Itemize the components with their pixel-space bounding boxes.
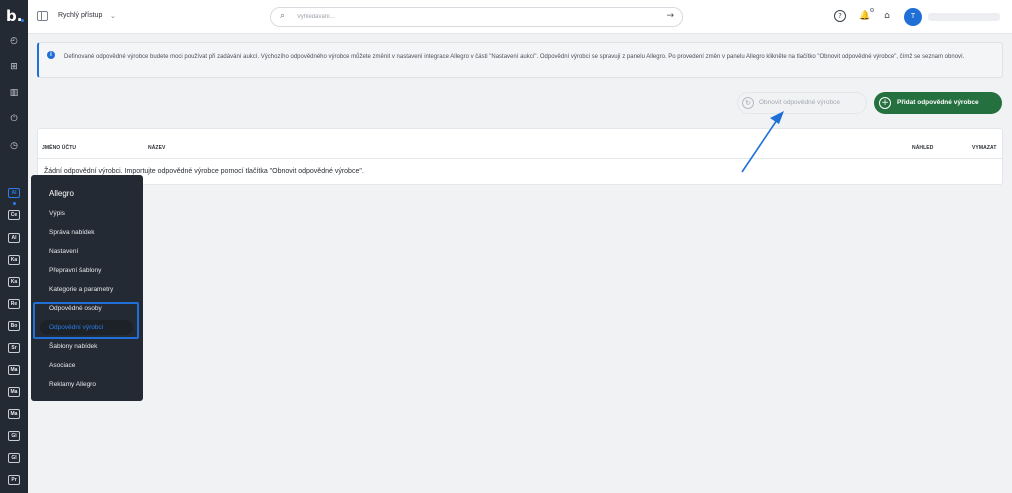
menu-item-allegro-ads[interactable]: Reklamy Allegro bbox=[49, 381, 96, 388]
annotation-highlight-box bbox=[33, 302, 139, 339]
flyout-title: Allegro bbox=[49, 189, 74, 198]
app-logo[interactable]: b. bbox=[6, 8, 24, 24]
clock-icon[interactable]: ◷ bbox=[8, 140, 20, 152]
module-gl-2[interactable]: Gl bbox=[8, 453, 20, 463]
avatar[interactable]: T bbox=[904, 8, 922, 26]
module-ka-1[interactable]: Ka bbox=[8, 255, 20, 265]
menu-item-offer-templates[interactable]: Šablony nabídek bbox=[49, 343, 97, 350]
menu-item-offer-management[interactable]: Správa nabídek bbox=[49, 229, 95, 236]
search-box: ⌕ → bbox=[270, 7, 683, 27]
plus-icon: + bbox=[879, 97, 891, 109]
menu-item-settings[interactable]: Nastavení bbox=[49, 248, 78, 255]
help-icon[interactable]: ? bbox=[834, 10, 846, 22]
module-ma-2[interactable]: Ma bbox=[8, 387, 20, 397]
sidebar-toggle-icon[interactable] bbox=[37, 11, 48, 21]
arrow-right-icon[interactable]: → bbox=[666, 11, 674, 21]
menu-item-associations[interactable]: Asociace bbox=[49, 362, 75, 369]
column-header-name[interactable]: NÁZEV bbox=[148, 145, 165, 151]
module-ma-1[interactable]: Ma bbox=[8, 365, 20, 375]
empty-table-message: Žádní odpovědní výrobci. Importujte odpo… bbox=[44, 168, 364, 175]
top-bar: Rychlý přístup ⌄ ⌕ → ? 🔔 ⌂ T bbox=[28, 0, 1012, 34]
left-icon-rail: b. ◴ ⊞ ▥ ⏻ ◷ Al Ce Al Ka Ka Re Bo Sr Ma … bbox=[0, 0, 28, 493]
refresh-icon: ↻ bbox=[742, 97, 754, 109]
notification-dot bbox=[870, 8, 874, 12]
menu-item-listing[interactable]: Výpis bbox=[49, 210, 65, 217]
factory-icon[interactable]: ▥ bbox=[8, 87, 20, 99]
add-manufacturer-button[interactable]: + Přidat odpovědné výrobce bbox=[874, 92, 1002, 114]
menu-item-shipping-templates[interactable]: Přepravní šablony bbox=[49, 267, 101, 274]
module-al[interactable]: Al bbox=[8, 233, 20, 243]
bell-icon[interactable]: 🔔 bbox=[859, 10, 871, 22]
allegro-flyout-menu: Allegro Výpis Správa nabídek Nastavení P… bbox=[31, 175, 143, 401]
module-allegro[interactable]: Al bbox=[8, 188, 20, 198]
module-re[interactable]: Re bbox=[8, 299, 20, 309]
manufacturers-table: JMÉNO ÚČTU NÁZEV NÁHLED VYMAZAT Žádní od… bbox=[37, 128, 1003, 185]
gauge-icon[interactable]: ◴ bbox=[8, 35, 20, 47]
chevron-down-icon[interactable]: ⌄ bbox=[110, 12, 116, 20]
apps-icon[interactable]: ⌂ bbox=[881, 10, 893, 22]
refresh-button-label: Obnovit odpovědné výrobce bbox=[759, 99, 840, 106]
column-header-preview: NÁHLED bbox=[912, 145, 934, 151]
active-module-indicator bbox=[13, 202, 16, 205]
module-ce[interactable]: Ce bbox=[8, 210, 20, 220]
module-bo[interactable]: Bo bbox=[8, 321, 20, 331]
module-gl-1[interactable]: Gl bbox=[8, 431, 20, 441]
menu-item-categories-parameters[interactable]: Kategorie a parametry bbox=[49, 286, 113, 293]
module-ka-2[interactable]: Ka bbox=[8, 277, 20, 287]
info-banner: i Definované odpovědné výrobce budete mo… bbox=[37, 42, 1003, 78]
add-button-label: Přidat odpovědné výrobce bbox=[897, 99, 979, 106]
module-ma-3[interactable]: Ma bbox=[8, 409, 20, 419]
info-text: Definované odpovědné výrobce budete moci… bbox=[64, 54, 965, 60]
user-name-blurred[interactable] bbox=[928, 13, 1000, 21]
quick-access-label[interactable]: Rychlý přístup bbox=[58, 12, 102, 19]
search-input[interactable] bbox=[297, 11, 657, 23]
plug-icon[interactable]: ⏻ bbox=[8, 113, 20, 125]
refresh-manufacturers-button[interactable]: ↻ Obnovit odpovědné výrobce bbox=[737, 92, 867, 114]
cart-icon[interactable]: ⊞ bbox=[8, 61, 20, 73]
column-header-account[interactable]: JMÉNO ÚČTU bbox=[42, 145, 76, 151]
header-divider bbox=[38, 158, 1002, 159]
search-icon: ⌕ bbox=[280, 11, 286, 21]
info-icon: i bbox=[47, 51, 55, 59]
module-sr[interactable]: Sr bbox=[8, 343, 20, 353]
module-pr[interactable]: Pr bbox=[8, 475, 20, 485]
column-header-delete: VYMAZAT bbox=[972, 145, 997, 151]
